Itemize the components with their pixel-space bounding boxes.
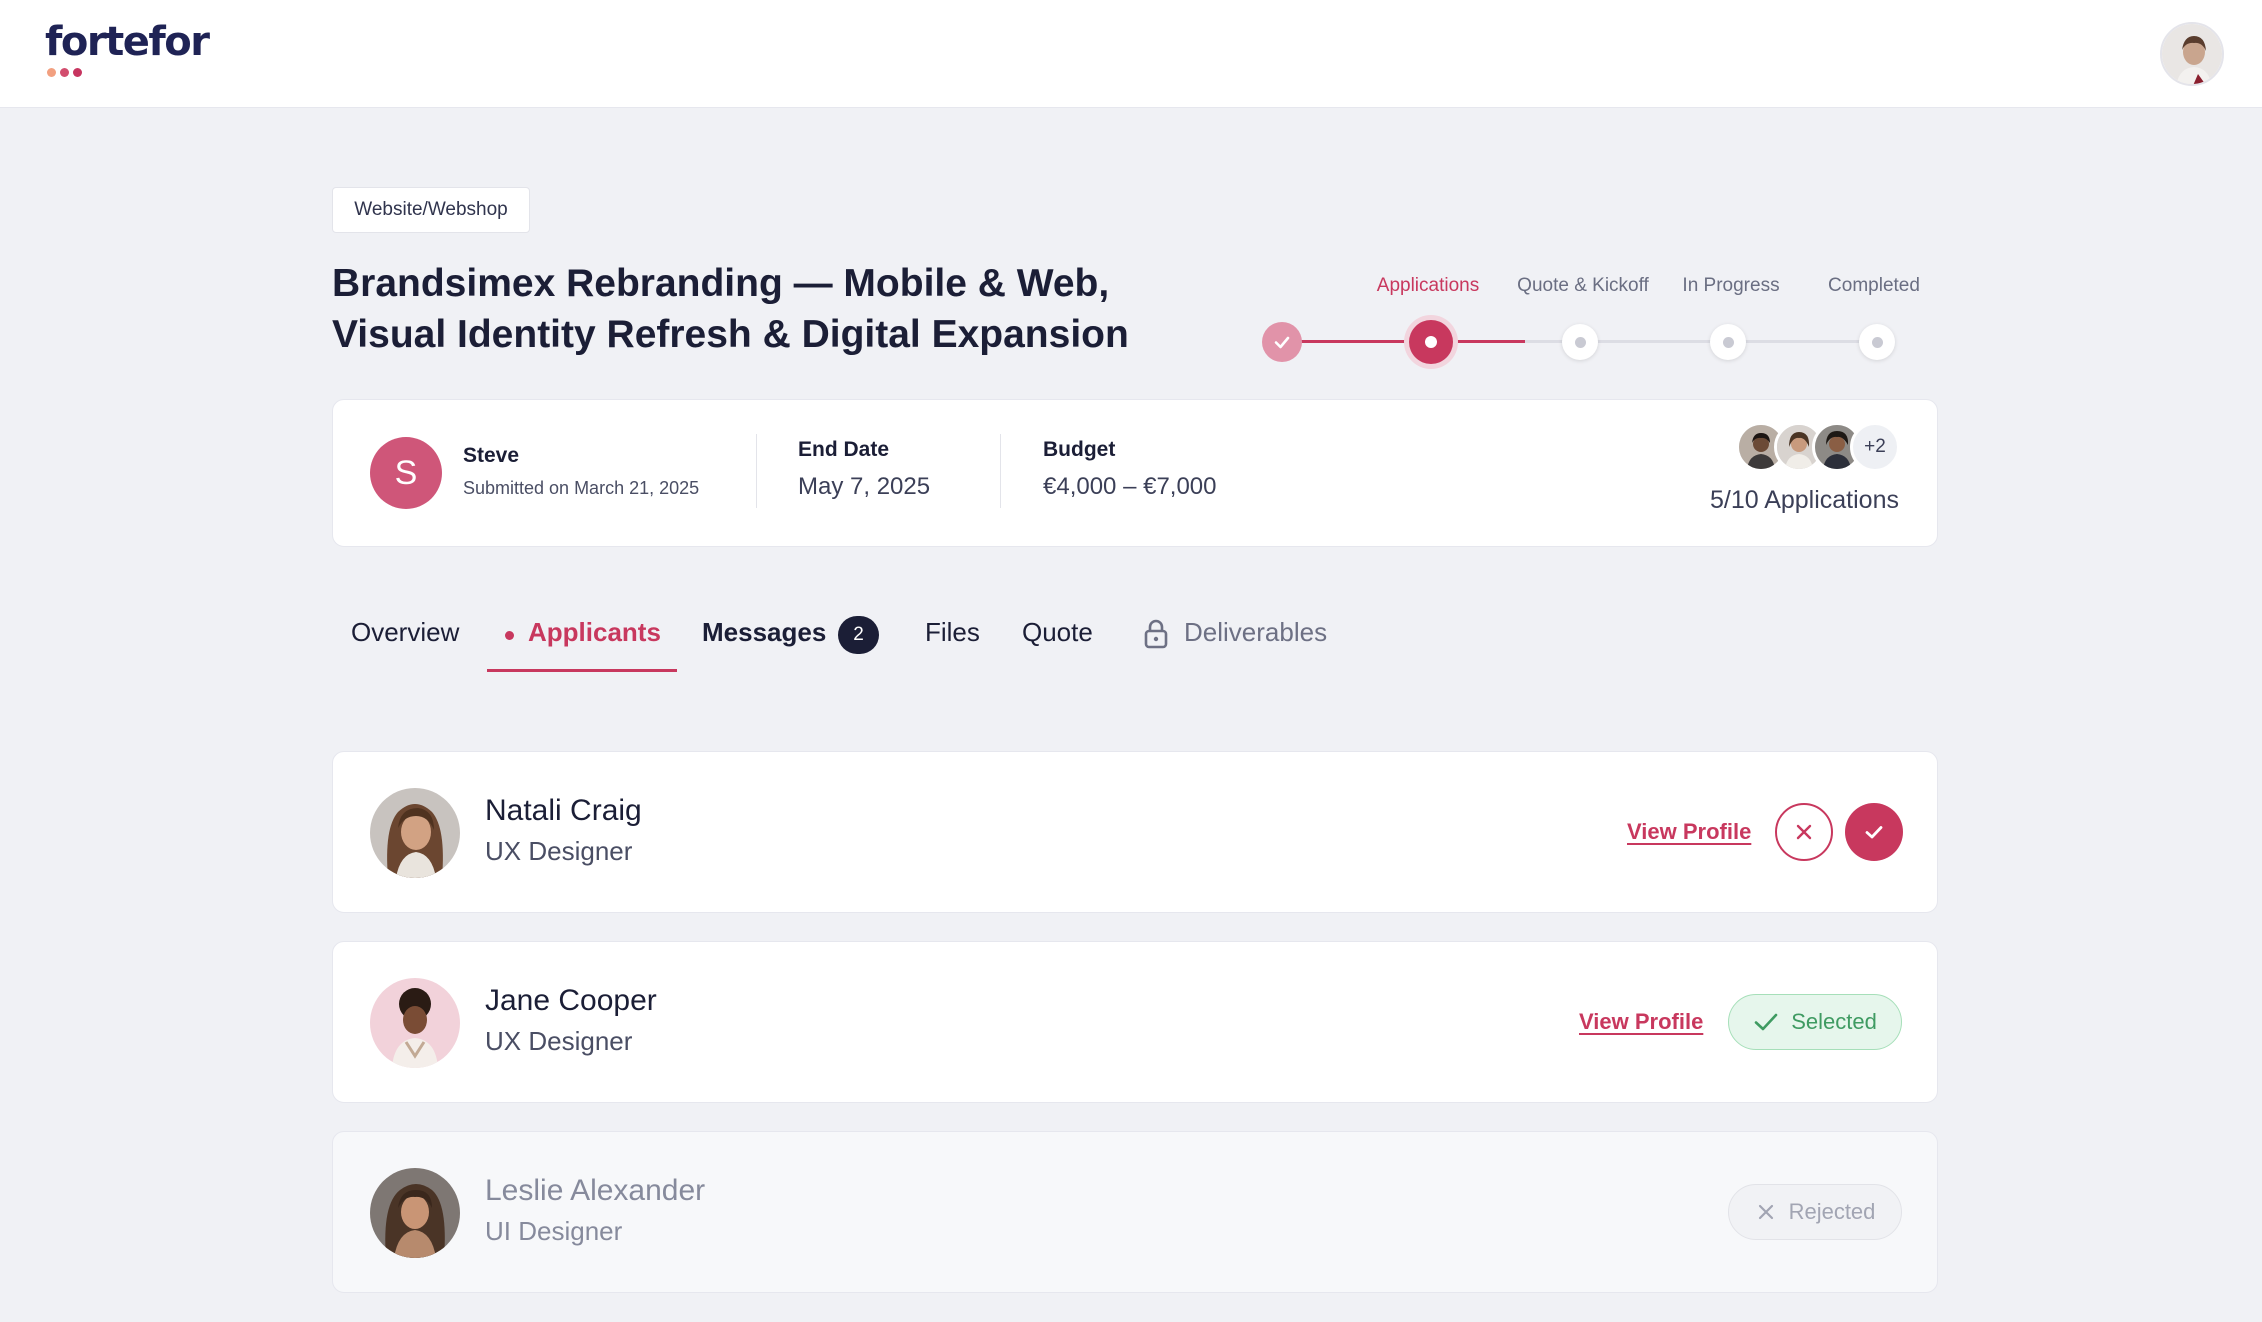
step-label-completed: Completed bbox=[1828, 275, 1920, 296]
more-applicants-count: +2 bbox=[1850, 422, 1900, 472]
budget-label: Budget bbox=[1043, 438, 1116, 461]
project-summary-card: S Steve Submitted on March 21, 2025 End … bbox=[332, 399, 1938, 547]
applicant-photo bbox=[370, 1168, 460, 1258]
step-line-done bbox=[1282, 340, 1525, 343]
client-name: Steve bbox=[463, 444, 520, 467]
active-tab-underline bbox=[487, 669, 677, 672]
accept-button[interactable] bbox=[1845, 803, 1903, 861]
client-avatar: S bbox=[370, 437, 442, 509]
end-date-value: May 7, 2025 bbox=[798, 473, 931, 500]
top-bar: fortefor bbox=[0, 0, 2262, 108]
step-label-applications: Applications bbox=[1376, 275, 1480, 296]
submitted-date: Submitted on March 21, 2025 bbox=[463, 478, 700, 498]
close-icon bbox=[1758, 1204, 1773, 1220]
lock-icon bbox=[1144, 619, 1168, 649]
applicant-photo bbox=[370, 788, 460, 878]
tab-applicants[interactable]: Applicants bbox=[528, 617, 661, 648]
tab-overview[interactable]: Overview bbox=[351, 617, 459, 648]
tab-files[interactable]: Files bbox=[925, 617, 980, 648]
step-pending-node bbox=[1562, 324, 1598, 360]
rejected-status-badge: Rejected bbox=[1728, 1184, 1902, 1240]
status-label: Selected bbox=[1791, 1009, 1877, 1034]
applicant-card: Leslie Alexander UI Designer Rejected bbox=[332, 1131, 1938, 1293]
view-profile-link[interactable]: View Profile bbox=[1579, 1009, 1703, 1035]
title-line-2: Visual Identity Refresh & Digital Expans… bbox=[332, 313, 1129, 356]
applications-count: 5/10 Applications bbox=[1709, 486, 1899, 514]
applicant-role: UX Designer bbox=[485, 1026, 633, 1056]
view-profile-link[interactable]: View Profile bbox=[1627, 819, 1751, 845]
user-avatar[interactable] bbox=[2160, 22, 2224, 86]
check-icon bbox=[1754, 1013, 1778, 1031]
tab-messages[interactable]: Messages bbox=[702, 617, 826, 648]
divider bbox=[756, 434, 757, 508]
step-label-quote-kickoff: Quote & Kickoff bbox=[1517, 275, 1649, 296]
step-pending-node bbox=[1710, 324, 1746, 360]
applicant-avatars[interactable]: +2 bbox=[1736, 422, 1900, 472]
applicant-name: Natali Craig bbox=[485, 794, 642, 827]
end-date-label: End Date bbox=[798, 438, 890, 461]
user-avatar-icon bbox=[2162, 24, 2222, 84]
applicant-role: UI Designer bbox=[485, 1216, 623, 1246]
messages-count-badge: 2 bbox=[838, 616, 879, 654]
logo-dots bbox=[47, 68, 82, 77]
step-pending-node bbox=[1859, 324, 1895, 360]
step-label-in-progress: In Progress bbox=[1682, 275, 1780, 296]
step-active-node bbox=[1409, 320, 1453, 364]
applicant-photo bbox=[370, 978, 460, 1068]
fortefor-logo[interactable]: fortefor bbox=[45, 19, 210, 77]
check-icon bbox=[1865, 826, 1883, 839]
divider bbox=[1000, 434, 1001, 508]
category-chip: Website/Webshop bbox=[332, 187, 530, 233]
applicant-name: Leslie Alexander bbox=[485, 1174, 706, 1207]
applicant-name: Jane Cooper bbox=[485, 984, 657, 1017]
budget-value: €4,000 – €7,000 bbox=[1043, 473, 1217, 500]
status-label: Rejected bbox=[1788, 1199, 1876, 1224]
tab-quote[interactable]: Quote bbox=[1022, 617, 1093, 648]
reject-button[interactable] bbox=[1775, 803, 1833, 861]
selected-status-badge: Selected bbox=[1728, 994, 1902, 1050]
step-done-node bbox=[1262, 322, 1302, 362]
active-tab-dot bbox=[505, 631, 514, 640]
close-icon bbox=[1796, 824, 1812, 840]
title-line-1: Brandsimex Rebranding — Mobile & Web, bbox=[332, 262, 1110, 305]
applicant-role: UX Designer bbox=[485, 836, 633, 866]
applicant-card: Jane Cooper UX Designer View Profile Sel… bbox=[332, 941, 1938, 1103]
project-title: Brandsimex Rebranding — Mobile & Web, Vi… bbox=[332, 258, 1232, 360]
applicant-card: Natali Craig UX Designer View Profile bbox=[332, 751, 1938, 913]
logo-text: fortefor bbox=[45, 19, 210, 65]
check-icon bbox=[1274, 336, 1290, 349]
tab-deliverables[interactable]: Deliverables bbox=[1184, 617, 1327, 648]
